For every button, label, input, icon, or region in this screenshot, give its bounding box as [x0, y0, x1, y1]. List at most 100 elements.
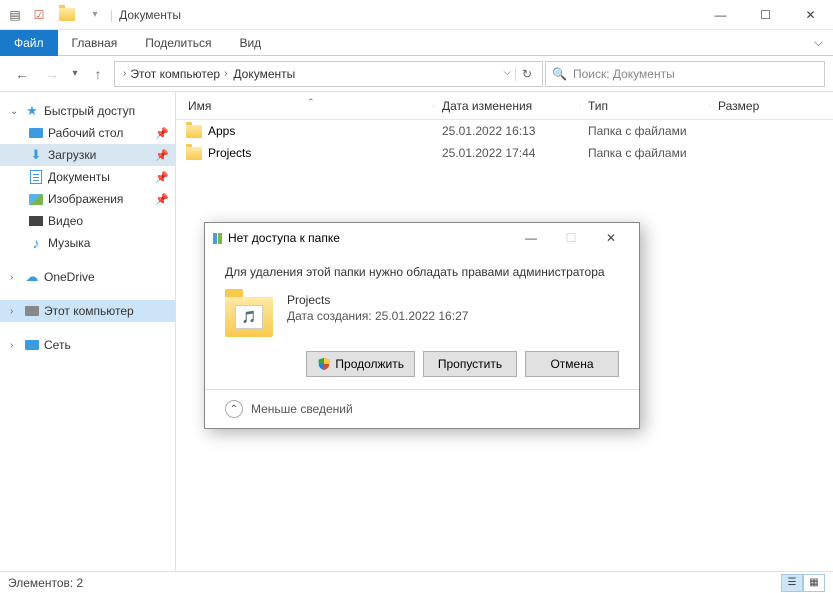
folder-icon	[58, 6, 76, 24]
view-toggles: ☰ ▦	[781, 574, 825, 592]
refresh-button[interactable]: ↻	[515, 67, 538, 81]
document-icon	[28, 169, 44, 185]
button-label: Отмена	[550, 357, 593, 371]
column-name[interactable]: Имя⌃	[180, 99, 434, 113]
sidebar-item-pictures[interactable]: Изображения 📌	[0, 188, 175, 210]
sidebar-item-label: Видео	[48, 214, 83, 228]
file-tab[interactable]: Файл	[0, 30, 58, 56]
sidebar-item-desktop[interactable]: Рабочий стол 📌	[0, 122, 175, 144]
folder-icon	[186, 125, 202, 138]
up-button[interactable]: ↑	[84, 60, 112, 88]
forward-button[interactable]: →	[38, 60, 66, 88]
checkmark-icon[interactable]: ☑	[30, 6, 48, 24]
column-size[interactable]: Размер	[710, 99, 833, 113]
chevron-right-icon[interactable]: ›	[10, 306, 20, 317]
pin-icon: 📌	[155, 171, 169, 184]
star-icon: ★	[24, 103, 40, 119]
ribbon: Файл Главная Поделиться Вид ⌵	[0, 30, 833, 56]
file-type: Папка с файлами	[580, 124, 710, 138]
search-icon: 🔍	[552, 67, 567, 81]
dialog-buttons: Продолжить Пропустить Отмена	[225, 351, 619, 377]
chevron-right-icon[interactable]: ›	[123, 68, 126, 79]
tab-home[interactable]: Главная	[58, 30, 132, 56]
column-date[interactable]: Дата изменения	[434, 99, 580, 113]
file-row[interactable]: Projects 25.01.2022 17:44 Папка с файлам…	[176, 142, 833, 164]
sidebar-item-documents[interactable]: Документы 📌	[0, 166, 175, 188]
access-denied-dialog: Нет доступа к папке — ☐ ✕ Для удаления э…	[204, 222, 640, 429]
file-name: Projects	[208, 146, 251, 160]
sidebar-onedrive[interactable]: › ☁ OneDrive	[0, 266, 175, 288]
sidebar-item-label: Рабочий стол	[48, 126, 123, 140]
maximize-button[interactable]: ☐	[743, 0, 788, 30]
dialog-footer[interactable]: ⌃ Меньше сведений	[205, 389, 639, 428]
chevron-right-icon[interactable]: ›	[10, 272, 20, 283]
details-view-button[interactable]: ☰	[781, 574, 803, 592]
pictures-icon	[28, 191, 44, 207]
chevron-up-icon: ⌃	[225, 400, 243, 418]
address-dropdown-icon[interactable]: ⌵	[503, 67, 511, 81]
file-row[interactable]: Apps 25.01.2022 16:13 Папка с файлами	[176, 120, 833, 142]
sidebar-quick-access[interactable]: ⌄ ★ Быстрый доступ	[0, 100, 175, 122]
dialog-minimize-button[interactable]: —	[511, 223, 551, 253]
dialog-body: Для удаления этой папки нужно обладать п…	[205, 253, 639, 389]
sidebar-item-label: Этот компьютер	[44, 304, 134, 318]
recent-dropdown[interactable]: ▾	[68, 60, 82, 88]
dialog-item-date: Дата создания: 25.01.2022 16:27	[287, 309, 468, 323]
desktop-icon	[28, 125, 44, 141]
sidebar-item-label: Документы	[48, 170, 110, 184]
properties-icon[interactable]: ▤	[6, 6, 24, 24]
tab-share[interactable]: Поделиться	[131, 30, 225, 56]
pin-icon: 📌	[155, 193, 169, 206]
skip-button[interactable]: Пропустить	[423, 351, 517, 377]
window-controls: — ☐ ✕	[698, 0, 833, 30]
file-rows: Apps 25.01.2022 16:13 Папка с файлами Pr…	[176, 120, 833, 164]
breadcrumb-this-pc[interactable]: Этот компьютер›	[130, 67, 229, 81]
folder-icon	[186, 147, 202, 160]
download-icon: ⬇	[28, 147, 44, 163]
column-headers: Имя⌃ Дата изменения Тип Размер	[176, 92, 833, 120]
chevron-right-icon[interactable]: ›	[10, 340, 20, 351]
title-bar: ▤ ☑ ▾ | Документы — ☐ ✕	[0, 0, 833, 30]
button-label: Пропустить	[438, 357, 502, 371]
dialog-close-button[interactable]: ✕	[591, 223, 631, 253]
sidebar-item-label: Загрузки	[48, 148, 96, 162]
sidebar-item-music[interactable]: ♪ Музыка	[0, 232, 175, 254]
file-name: Apps	[208, 124, 235, 138]
sidebar-network[interactable]: › Сеть	[0, 334, 175, 356]
window-title: Документы	[119, 8, 181, 22]
pin-icon: 📌	[155, 149, 169, 162]
pin-icon: 📌	[155, 127, 169, 140]
tab-view[interactable]: Вид	[225, 30, 275, 56]
breadcrumb-documents[interactable]: Документы	[233, 67, 295, 81]
uac-shield-icon	[317, 357, 331, 371]
search-box[interactable]: 🔍 Поиск: Документы	[545, 61, 825, 87]
icons-view-button[interactable]: ▦	[803, 574, 825, 592]
column-type[interactable]: Тип	[580, 99, 710, 113]
navigation-pane: ⌄ ★ Быстрый доступ Рабочий стол 📌 ⬇ Загр…	[0, 92, 176, 571]
sidebar-this-pc[interactable]: › Этот компьютер	[0, 300, 175, 322]
cancel-button[interactable]: Отмена	[525, 351, 619, 377]
search-placeholder: Поиск: Документы	[573, 67, 675, 81]
sidebar-item-videos[interactable]: Видео	[0, 210, 175, 232]
file-date: 25.01.2022 16:13	[434, 124, 580, 138]
chevron-down-icon[interactable]: ⌄	[10, 106, 20, 117]
sidebar-item-downloads[interactable]: ⬇ Загрузки 📌	[0, 144, 175, 166]
ribbon-expand-icon[interactable]: ⌵	[804, 35, 833, 50]
close-button[interactable]: ✕	[788, 0, 833, 30]
dialog-title-bar[interactable]: Нет доступа к папке — ☐ ✕	[205, 223, 639, 253]
cloud-icon: ☁	[24, 269, 40, 285]
less-info-link[interactable]: Меньше сведений	[251, 402, 353, 416]
pc-icon	[24, 303, 40, 319]
file-type: Папка с файлами	[580, 146, 710, 160]
sidebar-item-label: Сеть	[44, 338, 71, 352]
minimize-button[interactable]: —	[698, 0, 743, 30]
back-button[interactable]: ←	[8, 60, 36, 88]
sort-ascending-icon: ⌃	[307, 97, 315, 108]
continue-button[interactable]: Продолжить	[306, 351, 415, 377]
sidebar-item-label: Изображения	[48, 192, 123, 206]
address-bar[interactable]: › Этот компьютер› Документы ⌵ ↻	[114, 61, 543, 87]
qat-dropdown-icon[interactable]: ▾	[86, 6, 104, 24]
sidebar-item-label: Быстрый доступ	[44, 104, 135, 118]
folder-large-icon: 🎵	[225, 297, 273, 337]
sidebar-item-label: Музыка	[48, 236, 90, 250]
